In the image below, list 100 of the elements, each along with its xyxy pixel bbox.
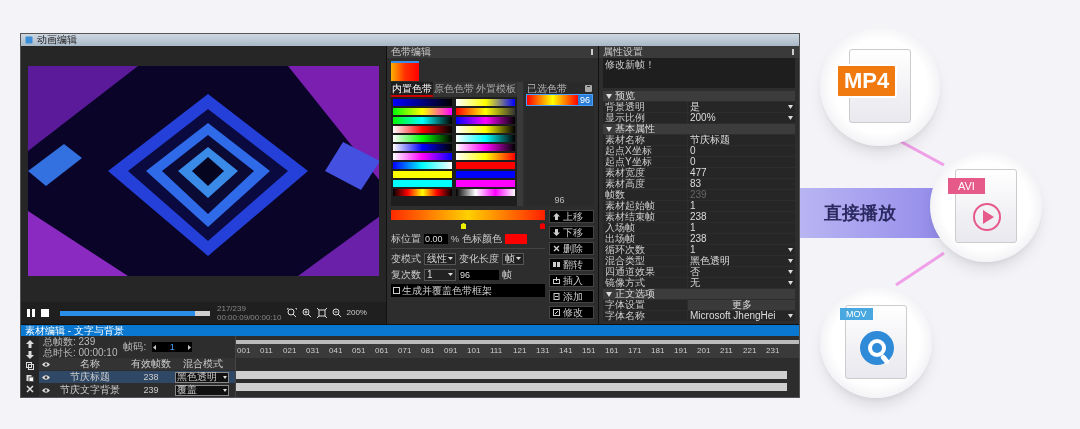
layer-row[interactable]: 节庆文字背景 239 覆盖 bbox=[39, 384, 235, 396]
tick-label: 111 bbox=[489, 345, 504, 357]
property-value[interactable]: 0 bbox=[688, 146, 795, 156]
gradient-swatch[interactable] bbox=[456, 144, 515, 151]
property-label: 素材名称 bbox=[603, 135, 687, 145]
property-value[interactable]: 238 bbox=[688, 212, 795, 222]
gradient-swatch[interactable] bbox=[456, 108, 515, 115]
position-field[interactable]: 0.00 bbox=[424, 233, 448, 244]
frame-spinbox[interactable]: 1 bbox=[152, 342, 193, 352]
gradient-swatch[interactable] bbox=[393, 153, 452, 160]
action-button[interactable]: 下移 bbox=[549, 226, 594, 239]
property-label: 循环次数 bbox=[603, 245, 687, 255]
action-button[interactable]: 上移 bbox=[549, 210, 594, 223]
dropdown[interactable]: 帧 bbox=[502, 252, 524, 265]
file-type-label: MP4 bbox=[836, 64, 898, 98]
property-value[interactable]: 83 bbox=[688, 179, 795, 189]
gradient-swatch[interactable] bbox=[456, 153, 515, 160]
pause-icon[interactable] bbox=[26, 308, 36, 318]
action-button[interactable]: 添加 bbox=[549, 290, 594, 303]
more-button[interactable]: 更多 bbox=[688, 300, 795, 310]
gradient-swatch[interactable] bbox=[456, 171, 515, 178]
gradient-swatch[interactable] bbox=[456, 135, 515, 142]
property-dropdown[interactable]: 黑色透明 bbox=[688, 256, 795, 266]
gradient-swatch[interactable] bbox=[393, 189, 452, 196]
blend-dropdown[interactable]: 黑色透明 bbox=[175, 371, 229, 383]
gradient-swatch[interactable] bbox=[456, 126, 515, 133]
gradient-swatch[interactable] bbox=[393, 144, 452, 151]
tick-label: 011 bbox=[259, 345, 274, 357]
action-button[interactable]: 翻转 bbox=[549, 258, 594, 271]
close-icon[interactable] bbox=[26, 385, 34, 394]
gradient-swatch[interactable] bbox=[393, 162, 452, 169]
visibility-icon[interactable] bbox=[42, 373, 50, 381]
property-label: 入场帧 bbox=[603, 223, 687, 233]
property-label: 四通道效果 bbox=[603, 267, 687, 277]
color-swatch[interactable] bbox=[505, 233, 527, 244]
pin-icon[interactable] bbox=[590, 48, 594, 56]
zoom-level: 200% bbox=[346, 307, 367, 319]
action-button[interactable]: 修改 bbox=[549, 306, 594, 319]
dropdown[interactable]: 线性 bbox=[424, 252, 456, 265]
collapse-icon[interactable] bbox=[606, 93, 612, 99]
property-value[interactable]: 节庆标题 bbox=[688, 135, 795, 145]
collapse-icon[interactable] bbox=[606, 291, 612, 297]
property-value[interactable]: 1 bbox=[688, 223, 795, 233]
property-dropdown[interactable]: Microsoft JhengHei bbox=[688, 311, 795, 321]
layer-row[interactable]: 节庆标题 238 黑色透明 bbox=[39, 371, 235, 383]
gradient-swatch[interactable] bbox=[456, 189, 515, 196]
gradient-swatch[interactable] bbox=[393, 126, 452, 133]
generate-button[interactable]: 生成并覆盖色带框架 bbox=[391, 284, 545, 297]
color-stop-icon[interactable] bbox=[461, 223, 466, 229]
property-dropdown[interactable]: 是 bbox=[688, 102, 795, 112]
note-field[interactable]: 修改新帧！ bbox=[603, 58, 795, 88]
gradient-swatch[interactable] bbox=[456, 180, 515, 187]
gradient-swatch[interactable] bbox=[393, 117, 452, 124]
gradient-swatch[interactable] bbox=[393, 180, 452, 187]
blend-dropdown[interactable]: 覆盖 bbox=[175, 384, 229, 396]
layer-name: 节庆标题 bbox=[69, 372, 111, 382]
gradient-swatch[interactable] bbox=[393, 99, 452, 106]
action-button[interactable]: 插入 bbox=[549, 274, 594, 287]
delete-icon bbox=[553, 245, 560, 252]
dropdown[interactable]: 1 bbox=[424, 268, 456, 281]
tab[interactable]: 外置模板 bbox=[475, 82, 517, 97]
current-gradient-swatch bbox=[391, 61, 419, 81]
property-value[interactable]: 0 bbox=[688, 157, 795, 167]
property-label: 起点X坐标 bbox=[603, 146, 687, 156]
tab[interactable]: 内置色带 bbox=[391, 82, 433, 97]
timeline-ruler[interactable]: 001 011 021 031 041 051 061 071 081 091 101 111 121 131 141 151 161 171 181 191 201 211 221 231 bbox=[236, 344, 799, 358]
property-dropdown[interactable]: 200% bbox=[688, 113, 795, 123]
property-dropdown[interactable]: 否 bbox=[688, 267, 795, 277]
pin-icon[interactable] bbox=[791, 48, 795, 56]
layer-frames: 239 bbox=[127, 385, 175, 395]
timeline-scrollbar[interactable] bbox=[236, 340, 799, 344]
fit-zoom-icon[interactable] bbox=[286, 308, 297, 318]
paste-icon[interactable] bbox=[26, 373, 34, 382]
property-dropdown[interactable]: 无 bbox=[688, 278, 795, 288]
scrollbar[interactable] bbox=[517, 82, 523, 206]
frames-field[interactable]: 96 bbox=[459, 269, 499, 280]
property-dropdown[interactable]: 1 bbox=[688, 245, 795, 255]
color-stop-icon[interactable] bbox=[540, 223, 545, 229]
gradient-swatch[interactable] bbox=[456, 162, 515, 169]
gradient-swatch[interactable] bbox=[393, 171, 452, 178]
move-down-icon[interactable] bbox=[26, 351, 34, 360]
visibility-icon[interactable] bbox=[42, 386, 50, 394]
gradient-swatch[interactable] bbox=[456, 99, 515, 106]
zoom-out-icon[interactable] bbox=[331, 308, 342, 318]
fullscreen-icon[interactable] bbox=[316, 308, 327, 318]
collapse-icon[interactable] bbox=[606, 126, 612, 132]
tab[interactable]: 原色色带 bbox=[433, 82, 475, 97]
property-value[interactable]: 477 bbox=[688, 168, 795, 178]
gradient-swatch[interactable] bbox=[456, 117, 515, 124]
delete-icon[interactable] bbox=[585, 85, 592, 92]
app-icon bbox=[25, 36, 33, 44]
copy-icon[interactable] bbox=[26, 362, 34, 371]
action-button[interactable]: 删除 bbox=[549, 242, 594, 255]
gradient-swatch[interactable] bbox=[393, 135, 452, 142]
field-label: 复次数 bbox=[391, 269, 421, 280]
property-value[interactable]: 1 bbox=[688, 201, 795, 211]
move-up-icon[interactable] bbox=[26, 339, 34, 348]
property-value[interactable]: 238 bbox=[688, 234, 795, 244]
gradient-swatch[interactable] bbox=[393, 108, 452, 115]
zoom-in-icon[interactable] bbox=[301, 308, 312, 318]
